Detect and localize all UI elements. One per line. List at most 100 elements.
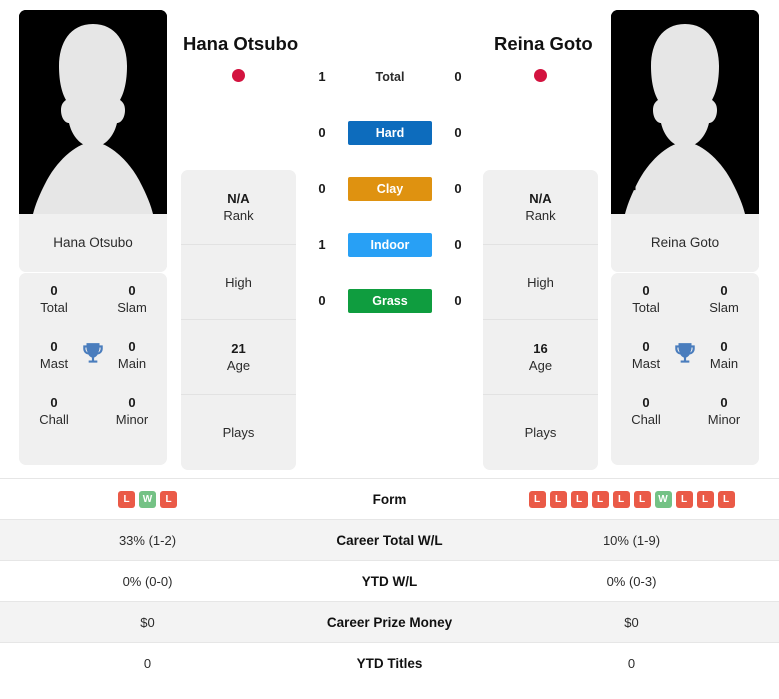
- form-cell-left: LWL: [0, 478, 295, 520]
- form-badge-l[interactable]: L: [528, 490, 546, 508]
- info-value: N/A: [227, 191, 250, 206]
- titles-stat-mast-left: 0 Mast: [25, 338, 83, 372]
- titles-stat-value: 0: [128, 283, 136, 298]
- stat-label-career-prize-money: Career Prize Money: [295, 601, 484, 643]
- titles-stat-value: 0: [642, 283, 650, 298]
- titles-stat-label: Mast: [39, 356, 69, 371]
- comparison-header: Hana Otsubo Reina Goto 0 Total 0 Slam 0 …: [0, 0, 779, 470]
- stat-label-ytd-wl: YTD W/L: [295, 560, 484, 602]
- titles-stat-label: Total: [40, 300, 68, 315]
- table-row-ytd-titles: 0 YTD Titles 0: [0, 642, 779, 684]
- form-badge-w[interactable]: W: [139, 490, 156, 508]
- stat-value-right: $0: [484, 601, 779, 643]
- form-badge-w[interactable]: W: [654, 490, 672, 508]
- titles-stat-chall-left: 0 Chall: [25, 394, 83, 428]
- stat-value-left: 0% (0-0): [0, 560, 295, 602]
- player-photo-caption-left: Hana Otsubo: [19, 214, 167, 272]
- h2h-left-score: 1: [318, 237, 326, 252]
- info-row-high-left: High: [181, 245, 296, 320]
- form-cell-right: LLLLLLWLLL: [484, 478, 779, 520]
- surface-badge-hard: Hard: [348, 121, 432, 145]
- form-badge-l[interactable]: L: [612, 490, 630, 508]
- info-row-rank-right: N/A Rank: [483, 170, 598, 245]
- titles-card-left: 0 Total 0 Slam 0 Mast 0 Main 0 Chall 0 M…: [19, 273, 167, 465]
- form-badge-l[interactable]: L: [118, 490, 135, 508]
- player-info-card-right: N/A Rank High 16 Age Plays: [483, 170, 598, 470]
- form-badge-l[interactable]: L: [633, 490, 651, 508]
- titles-stat-slam-right: 0 Slam: [695, 282, 753, 316]
- h2h-left-score: 1: [318, 69, 326, 84]
- table-row-form: LWL Form LLLLLLWLLL: [0, 478, 779, 520]
- person-silhouette-icon: [19, 10, 167, 214]
- stat-label-career-total-wl: Career Total W/L: [295, 519, 484, 561]
- stat-label-ytd-titles: YTD Titles: [295, 642, 484, 684]
- info-label: Age: [226, 358, 251, 373]
- h2h-left-score: 0: [318, 181, 326, 196]
- player-comparison-page: Hana Otsubo Reina Goto 0 Total 0 Slam 0 …: [0, 0, 779, 699]
- info-row-plays-left: Plays: [181, 395, 296, 470]
- player-photo-caption-right: Reina Goto: [611, 214, 759, 272]
- form-badge-l[interactable]: L: [717, 490, 735, 508]
- form-badge-l[interactable]: L: [570, 490, 588, 508]
- titles-stat-minor-right: 0 Minor: [695, 394, 753, 428]
- form-badge-l[interactable]: L: [160, 490, 177, 508]
- h2h-left-score: 0: [318, 293, 326, 308]
- trophy-icon: [675, 343, 695, 363]
- h2h-label-total: Total: [375, 70, 405, 84]
- surface-badge-grass: Grass: [348, 289, 432, 313]
- table-row-career-total-wl: 33% (1-2) Career Total W/L 10% (1-9): [0, 519, 779, 561]
- titles-stat-label: Minor: [707, 412, 741, 427]
- player-name-left[interactable]: Hana Otsubo: [183, 33, 298, 55]
- titles-stat-value: 0: [642, 395, 650, 410]
- titles-stat-total-left: 0 Total: [25, 282, 83, 316]
- country-flag-icon-right: [534, 69, 547, 82]
- player-photo-card-right[interactable]: Reina Goto: [611, 10, 759, 272]
- player-info-card-left: N/A Rank High 21 Age Plays: [181, 170, 296, 470]
- form-badge-l[interactable]: L: [696, 490, 714, 508]
- titles-stat-label: Main: [117, 356, 147, 371]
- stat-value-right: 10% (1-9): [484, 519, 779, 561]
- person-silhouette-icon: [611, 10, 759, 214]
- stat-value-right: 0: [484, 642, 779, 684]
- info-row-rank-left: N/A Rank: [181, 170, 296, 245]
- h2h-row-clay: 0 Clay 0: [300, 177, 480, 201]
- stat-value-left: 0: [0, 642, 295, 684]
- titles-stat-value: 0: [720, 283, 728, 298]
- titles-stat-value: 0: [128, 395, 136, 410]
- surface-badge-clay: Clay: [348, 177, 432, 201]
- form-badge-l[interactable]: L: [675, 490, 693, 508]
- stat-value-right: 0% (0-3): [484, 560, 779, 602]
- titles-stat-label: Mast: [631, 356, 661, 371]
- titles-stat-label: Minor: [115, 412, 149, 427]
- titles-stat-main-right: 0 Main: [695, 338, 753, 372]
- titles-stat-value: 0: [50, 339, 58, 354]
- h2h-right-score: 0: [454, 293, 462, 308]
- form-badge-l[interactable]: L: [549, 490, 567, 508]
- h2h-row-total: 1 Total 0: [300, 65, 480, 89]
- titles-stat-value: 0: [128, 339, 136, 354]
- titles-stat-mast-right: 0 Mast: [617, 338, 675, 372]
- stat-value-left: 33% (1-2): [0, 519, 295, 561]
- titles-stat-label: Slam: [709, 300, 739, 315]
- info-value: N/A: [529, 191, 552, 206]
- info-row-age-right: 16 Age: [483, 320, 598, 395]
- form-badge-l[interactable]: L: [591, 490, 609, 508]
- titles-stat-label: Chall: [631, 412, 661, 427]
- titles-stat-value: 0: [50, 395, 58, 410]
- info-label: Plays: [222, 425, 255, 440]
- titles-stat-chall-right: 0 Chall: [617, 394, 675, 428]
- titles-stat-value: 0: [50, 283, 58, 298]
- info-row-plays-right: Plays: [483, 395, 598, 470]
- info-label: Rank: [223, 208, 254, 223]
- stat-value-left: $0: [0, 601, 295, 643]
- titles-stat-value: 0: [642, 339, 650, 354]
- player-photo-card-left[interactable]: Hana Otsubo: [19, 10, 167, 272]
- titles-stat-label: Main: [709, 356, 739, 371]
- form-badges-right: LLLLLLWLLL: [484, 490, 779, 508]
- h2h-right-score: 0: [454, 69, 462, 84]
- player-name-right[interactable]: Reina Goto: [494, 33, 593, 55]
- h2h-row-grass: 0 Grass 0: [300, 289, 480, 313]
- titles-stat-label: Chall: [39, 412, 69, 427]
- h2h-row-indoor: 1 Indoor 0: [300, 233, 480, 257]
- info-label: High: [527, 274, 554, 290]
